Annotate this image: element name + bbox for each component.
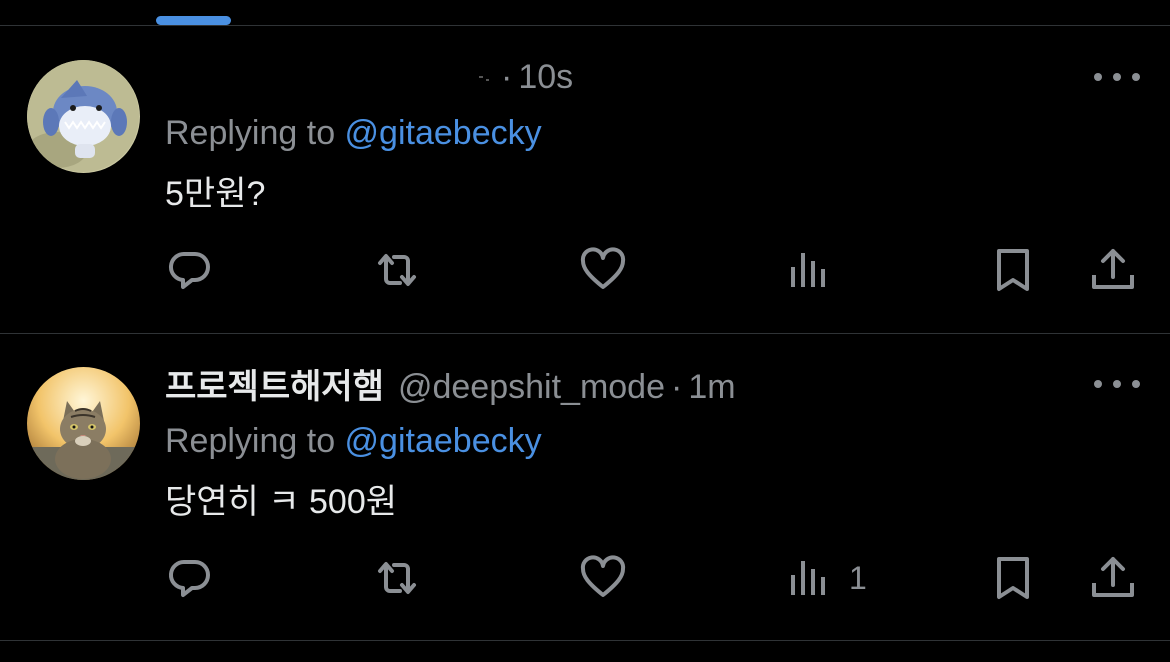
redacted-area [165,62,475,92]
retweet-icon [378,254,416,286]
views-button[interactable] [785,242,849,298]
reply-icon [169,251,210,289]
tweet-text: 당연히 ㅋ 500원 [165,483,398,521]
share-icon [1092,557,1134,597]
display-name[interactable]: 프로젝트해저햄 [165,364,384,410]
cat-avatar-icon [27,367,140,480]
retweet-button[interactable] [372,242,422,298]
share-button[interactable] [1088,242,1138,298]
retweet-icon [378,562,416,594]
avatar[interactable] [27,367,140,480]
separator-dot: · [501,58,513,96]
avatar[interactable] [27,60,140,173]
replying-handle-link[interactable]: @gitaebecky [345,114,542,152]
bookmark-button[interactable] [991,242,1041,298]
action-bar [0,242,1170,298]
replying-prefix: Replying to [165,114,345,152]
handle[interactable]: @deepshit_mode [398,364,665,410]
active-tab-indicator [156,16,231,25]
action-bar: 1 [0,550,1170,606]
bookmark-icon [997,249,1029,291]
like-button[interactable] [578,550,628,606]
like-button[interactable] [578,242,628,298]
views-icon [791,561,825,595]
reply-tweet[interactable]: · 10s Replying to @gitaebecky 5만원? [0,26,1170,334]
share-icon [1092,249,1134,289]
tweet-text: 5만원? [165,175,266,213]
timestamp[interactable]: 1m [688,364,735,410]
reply-tweet[interactable]: 프로젝트해저햄 @deepshit_mode · 1m Replying to … [0,334,1170,641]
replying-prefix: Replying to [165,422,345,460]
tweet-header: · 10s [165,54,573,100]
tweet-header: 프로젝트해저햄 @deepshit_mode · 1m [165,364,736,410]
timestamp[interactable]: 10s [518,54,573,100]
bookmark-button[interactable] [991,550,1041,606]
separator-dot: · [671,368,683,406]
reply-icon [169,559,210,597]
views-count: 1 [849,559,867,596]
reply-button[interactable] [165,550,215,606]
replying-to: Replying to @gitaebecky [165,418,542,464]
more-icon[interactable] [1094,374,1140,394]
shark-avatar-icon [27,60,140,173]
heart-icon [580,247,626,289]
redaction-mark [475,62,495,92]
replying-to: Replying to @gitaebecky [165,110,542,156]
retweet-button[interactable] [372,550,422,606]
views-icon [791,253,825,287]
share-button[interactable] [1088,550,1138,606]
replying-handle-link[interactable]: @gitaebecky [345,422,542,460]
reply-button[interactable] [165,242,215,298]
more-icon[interactable] [1094,67,1140,87]
heart-icon [580,555,626,597]
views-button[interactable]: 1 [785,550,867,606]
bookmark-icon [997,557,1029,599]
